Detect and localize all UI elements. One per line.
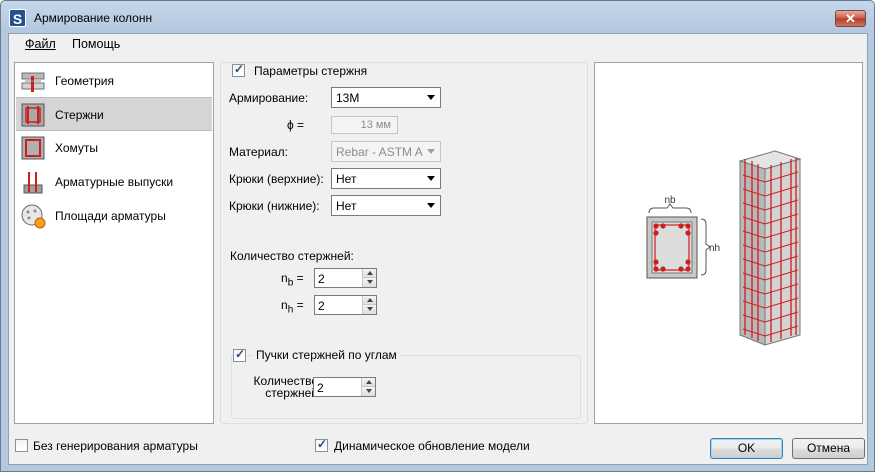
phi-field: 13 мм <box>331 116 398 134</box>
stirrups-icon <box>21 136 45 160</box>
cross-section-diagram: nb nh <box>646 195 720 279</box>
material-label: Материал: <box>229 145 288 159</box>
no-generation-label: Без генерирования арматуры <box>33 439 198 453</box>
sidebar: Геометрия Стержни Хомуты Арматурные выпу… <box>14 62 214 424</box>
corner-bundles-checkbox[interactable] <box>233 347 246 362</box>
dynamic-update-checkbox[interactable] <box>315 437 328 452</box>
sidebar-item-areas[interactable]: Площади арматуры <box>16 199 212 233</box>
geometry-icon <box>21 72 45 92</box>
nb-down-button[interactable] <box>363 278 376 287</box>
ok-button[interactable]: OK <box>710 438 783 459</box>
material-value: Rebar - ASTM A <box>336 145 423 159</box>
bar-count-label: Количество стержней: <box>230 249 354 263</box>
nb-stepper[interactable]: 2 <box>314 268 377 288</box>
bundle-down-button[interactable] <box>362 387 375 396</box>
sidebar-item-label: Стержни <box>55 108 104 122</box>
menu-help[interactable]: Помощь <box>72 37 120 51</box>
app-icon: S <box>9 9 26 27</box>
nb-dimension-label: nb <box>664 195 676 206</box>
bar-parameters-panel: Параметры стержня Армирование: 13M ϕ = 1… <box>220 62 588 424</box>
bundle-count-value: 2 <box>317 381 324 395</box>
sidebar-item-label: Арматурные выпуски <box>55 175 174 189</box>
phi-label: ϕ = <box>287 118 305 132</box>
reinforcement-label: Армирование: <box>229 91 309 105</box>
column-3d-diagram <box>738 150 802 346</box>
chevron-down-icon <box>427 149 435 154</box>
nh-value: 2 <box>318 299 325 313</box>
bar-params-label: Параметры стержня <box>251 64 371 78</box>
sidebar-item-stirrups[interactable]: Хомуты <box>16 131 212 165</box>
corner-bundles-label: Пучки стержней по углам <box>252 348 401 362</box>
bundle-count-label: Количество стержней <box>253 374 318 400</box>
bundle-up-button[interactable] <box>362 378 375 387</box>
rebar-dowels-icon <box>23 172 43 194</box>
material-select: Rebar - ASTM A <box>331 141 441 162</box>
chevron-down-icon <box>427 95 435 100</box>
nb-up-button[interactable] <box>363 269 376 278</box>
hooks-top-value: Нет <box>336 172 357 186</box>
hooks-top-label: Крюки (верхние): <box>229 172 324 186</box>
sidebar-item-label: Геометрия <box>55 74 114 88</box>
preview-panel: nb nh <box>594 62 863 424</box>
sidebar-item-label: Хомуты <box>55 141 99 155</box>
reinforcement-value: 13M <box>336 91 360 105</box>
cancel-button[interactable]: Отмена <box>792 438 865 459</box>
nh-down-button[interactable] <box>363 305 376 314</box>
nb-label: nb = <box>281 271 304 289</box>
nh-label: nh = <box>281 298 304 316</box>
dialog-client: Файл Помощь Геометрия Стержни Хомуты Арм… <box>8 33 868 465</box>
menu-bar: Файл Помощь <box>9 34 867 54</box>
bundle-count-stepper[interactable]: 2 <box>313 377 376 397</box>
nh-up-button[interactable] <box>363 296 376 305</box>
title-bar[interactable]: S Армирование колонн ✕ <box>1 1 874 33</box>
chevron-down-icon <box>427 176 435 181</box>
column-preview-illustration: nb nh <box>646 150 802 346</box>
dynamic-update-label: Динамическое обновление модели <box>334 439 530 453</box>
rebar-bars-icon <box>21 103 45 127</box>
hooks-bottom-label: Крюки (нижние): <box>229 199 320 213</box>
window-title: Армирование колонн <box>34 11 153 25</box>
no-generation-checkbox[interactable] <box>15 439 28 452</box>
bar-params-checkbox[interactable] <box>232 62 245 77</box>
rebar-area-icon <box>21 204 46 229</box>
nh-dimension-label: nh <box>709 243 720 254</box>
menu-file[interactable]: Файл <box>25 37 56 51</box>
sidebar-item-geometry[interactable]: Геометрия <box>16 64 212 98</box>
close-button[interactable]: ✕ <box>835 10 866 27</box>
hooks-top-select[interactable]: Нет <box>331 168 441 189</box>
sidebar-item-bars[interactable]: Стержни <box>16 97 212 131</box>
corner-bundles-group: Пучки стержней по углам Количествостержн… <box>231 347 581 419</box>
hooks-bottom-value: Нет <box>336 199 357 213</box>
hooks-bottom-select[interactable]: Нет <box>331 195 441 216</box>
dialog-window: S Армирование колонн ✕ Файл Помощь Геоме… <box>0 0 875 472</box>
chevron-down-icon <box>427 203 435 208</box>
nh-stepper[interactable]: 2 <box>314 295 377 315</box>
sidebar-item-dowels[interactable]: Арматурные выпуски <box>16 165 212 199</box>
reinforcement-select[interactable]: 13M <box>331 87 441 108</box>
sidebar-item-label: Площади арматуры <box>55 209 166 223</box>
nb-value: 2 <box>318 272 325 286</box>
